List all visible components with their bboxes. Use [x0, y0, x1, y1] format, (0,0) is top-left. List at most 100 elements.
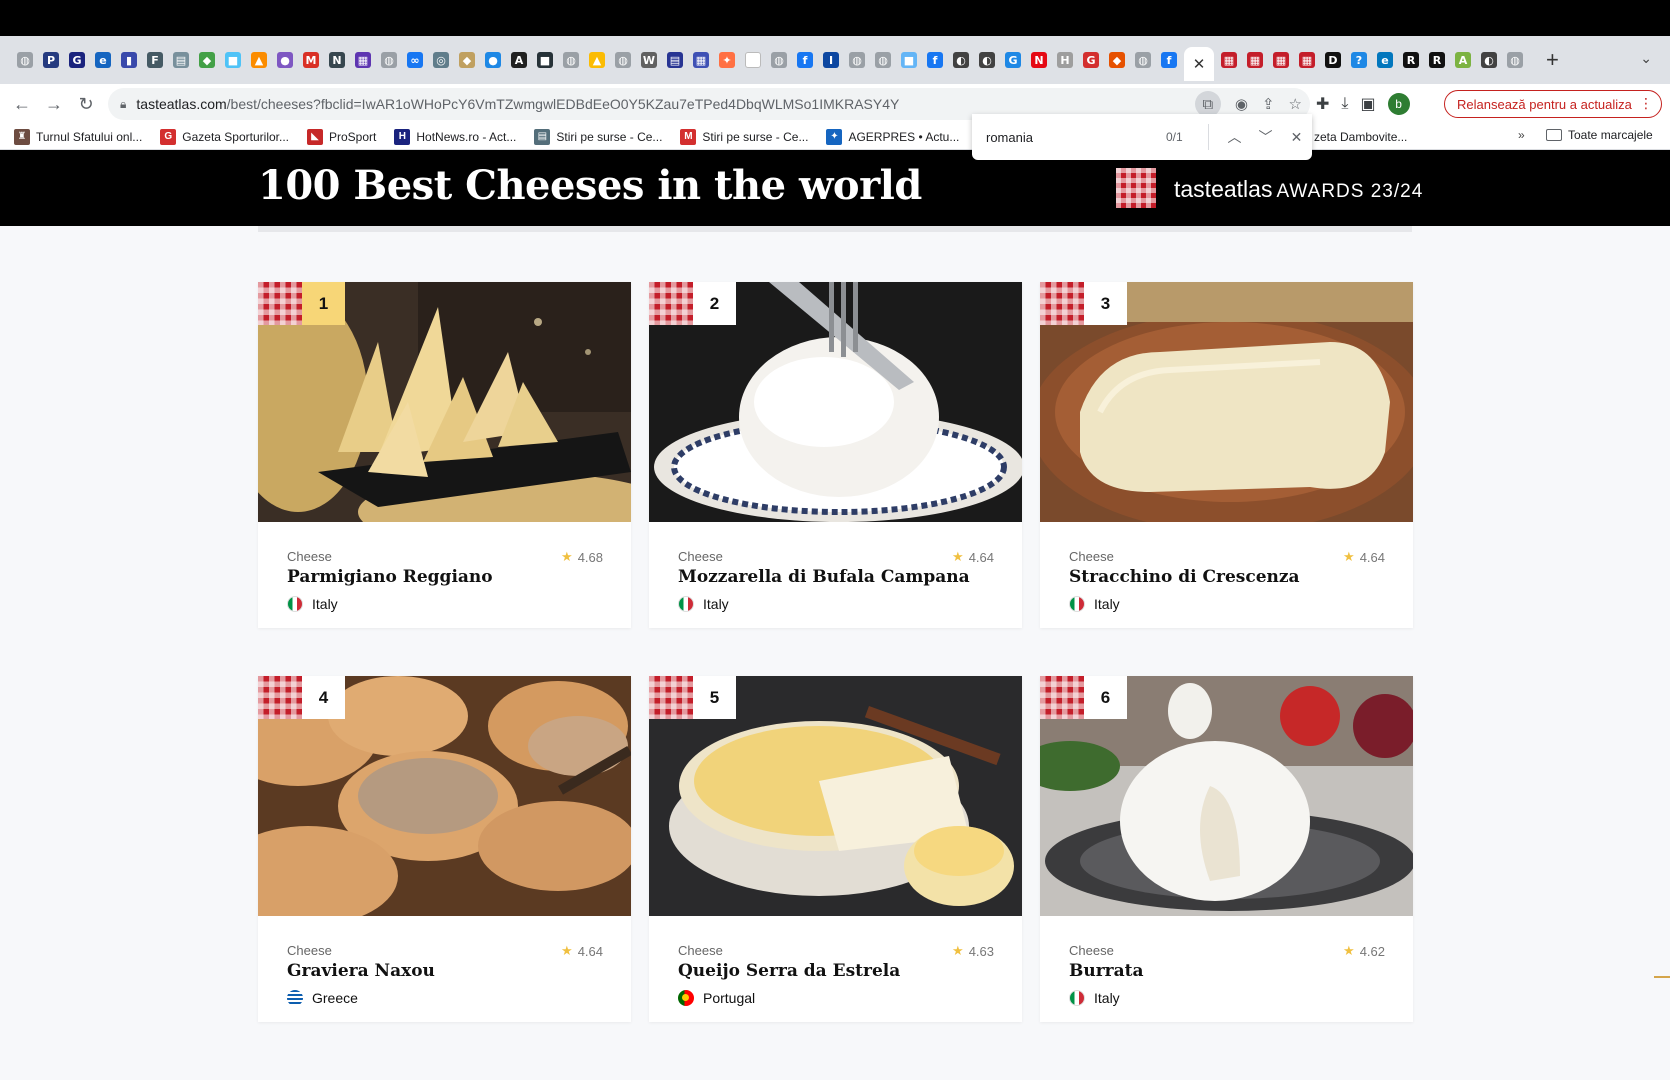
close-tab-icon[interactable]: ✕	[1193, 55, 1206, 73]
find-previous-icon[interactable]: ︿	[1219, 127, 1250, 147]
bookmark-item[interactable]: M Stiri pe surse - Ce...	[680, 128, 808, 145]
tab-doc[interactable]: ▤	[168, 47, 194, 73]
tab-help[interactable]: ?	[1346, 47, 1372, 73]
country-link[interactable]: Italy	[1069, 596, 1120, 612]
bookmark-item[interactable]: H HotNews.ro - Act...	[394, 128, 516, 145]
tab-globe[interactable]: ◍	[610, 47, 636, 73]
bookmark-item[interactable]: G Gazeta Sporturilor...	[160, 128, 289, 145]
country-link[interactable]: Italy	[678, 596, 729, 612]
tab-globe[interactable]: ◍	[766, 47, 792, 73]
tab-ie-square[interactable]: e	[1372, 47, 1398, 73]
tab-tasteatlas[interactable]: ▦	[1242, 47, 1268, 73]
all-bookmarks-folder[interactable]: Toate marcajele	[1546, 128, 1653, 142]
more-menu-icon[interactable]: ⋮	[1639, 95, 1653, 112]
cheese-card[interactable]: 1 Cheese ★ 4.68 Parmigiano Reggiano Ital…	[258, 282, 631, 628]
bookmark-item[interactable]: zeta Dambovite...	[1314, 130, 1407, 144]
cheese-name[interactable]: Queijo Serra da Estrela	[678, 961, 900, 981]
cheese-card[interactable]: 6 Cheese ★ 4.62 Burrata Italy	[1040, 676, 1413, 1022]
tab-od[interactable]: D	[1320, 47, 1346, 73]
tab-search-icon[interactable]: ⌄	[1640, 50, 1652, 67]
tab-globe[interactable]: ◍	[1130, 47, 1156, 73]
cheese-card[interactable]: 2 Cheese ★ 4.64 Mozzarella di Bufala Cam…	[649, 282, 1022, 628]
find-close-icon[interactable]: ✕	[1281, 129, 1312, 146]
bookmark-item[interactable]: ▤ Stiri pe surse - Ce...	[534, 128, 662, 145]
tab-r[interactable]: R	[1424, 47, 1450, 73]
tab-tasteatlas[interactable]: ▦	[1216, 47, 1242, 73]
bookmark-item[interactable]: ✦ AGERPRES • Actu...	[826, 128, 959, 145]
country-link[interactable]: Italy	[1069, 990, 1120, 1006]
extensions-icon[interactable]: ✚	[1316, 94, 1329, 114]
tab-pill[interactable]: ◐	[974, 47, 1000, 73]
country-link[interactable]: Italy	[287, 596, 338, 612]
bookmark-star-icon[interactable]: ☆	[1289, 95, 1302, 113]
tab-moon[interactable]: ◐	[1476, 47, 1502, 73]
tab-r[interactable]: R	[1398, 47, 1424, 73]
tab-globe[interactable]: ◍	[1502, 47, 1528, 73]
tab-netflix[interactable]: N	[1026, 47, 1052, 73]
profile-avatar[interactable]: b	[1387, 93, 1410, 115]
tab-facebook[interactable]: f	[1156, 47, 1182, 73]
tab-chart[interactable]: ▲	[246, 47, 272, 73]
tab-globe[interactable]: ◍	[870, 47, 896, 73]
tab-h[interactable]: H	[1052, 47, 1078, 73]
tab-blank[interactable]	[740, 47, 766, 73]
cheese-card[interactable]: 5 Cheese ★ 4.63 Queijo Serra da Estrela …	[649, 676, 1022, 1022]
country-link[interactable]: Portugal	[678, 990, 755, 1006]
tab-tasteatlas[interactable]: ▦	[1294, 47, 1320, 73]
relaunch-update-button[interactable]: Relansează pentru a actualiza ⋮	[1444, 90, 1662, 118]
tab-tasteatlas[interactable]: ▦	[1268, 47, 1294, 73]
tab-globe[interactable]: ◍	[376, 47, 402, 73]
tab-g-red[interactable]: G	[1078, 47, 1104, 73]
tab-chat[interactable]: ●	[272, 47, 298, 73]
bookmarks-overflow-button[interactable]: »	[1518, 128, 1525, 142]
tab-fb-page[interactable]: F	[142, 47, 168, 73]
active-tab[interactable]: ✕	[1184, 47, 1214, 81]
find-next-icon[interactable]: ﹀	[1250, 127, 1281, 147]
tab-paypal[interactable]: P	[38, 47, 64, 73]
bookmark-item[interactable]: ◣ ProSport	[307, 128, 376, 145]
tab-facebook[interactable]: f	[792, 47, 818, 73]
back-button[interactable]: ←	[6, 88, 38, 120]
cheese-name[interactable]: Graviera Naxou	[287, 961, 435, 981]
bookmark-item[interactable]: ♜ Turnul Sfatului onl...	[14, 128, 142, 145]
cheese-card[interactable]: 3 Cheese ★ 4.64 Stracchino di Crescenza …	[1040, 282, 1413, 628]
side-panel-icon[interactable]: ▣	[1360, 94, 1375, 114]
tab-grid[interactable]: ▦	[350, 47, 376, 73]
tab-calendar[interactable]: ▦	[688, 47, 714, 73]
lock-icon[interactable]: 🔒︎	[120, 97, 126, 112]
tab-facebook[interactable]: f	[922, 47, 948, 73]
tab-analytics[interactable]: ▮	[116, 47, 142, 73]
tab-g4[interactable]: G	[1000, 47, 1026, 73]
cheese-card[interactable]: 4 Cheese ★ 4.64 Graviera Naxou Greece	[258, 676, 631, 1022]
tab-book[interactable]: ▤	[662, 47, 688, 73]
cheese-name[interactable]: Stracchino di Crescenza	[1069, 567, 1300, 587]
new-tab-button[interactable]: +	[1546, 47, 1559, 73]
tab-puzzle[interactable]: ✦	[714, 47, 740, 73]
tab-ie[interactable]: e	[90, 47, 116, 73]
reload-button[interactable]: ↻	[70, 88, 102, 120]
tab-globe[interactable]: ◍	[12, 47, 38, 73]
find-input[interactable]: romania	[986, 130, 1166, 145]
download-icon[interactable]: ⤓	[1341, 95, 1348, 113]
share-icon[interactable]: ⇪	[1262, 95, 1275, 113]
forward-button[interactable]: →	[38, 88, 70, 120]
tab-world[interactable]: ◎	[428, 47, 454, 73]
tab-meta[interactable]: ∞	[402, 47, 428, 73]
cheese-name[interactable]: Parmigiano Reggiano	[287, 567, 493, 587]
tab-gl[interactable]: G	[64, 47, 90, 73]
tab-green-diamond[interactable]: ◆	[194, 47, 220, 73]
tab-pill[interactable]: ◐	[948, 47, 974, 73]
tab-news-dark[interactable]: ■	[532, 47, 558, 73]
tab-globe[interactable]: ◍	[558, 47, 584, 73]
tab-blue-square[interactable]: ■	[220, 47, 246, 73]
tab-ip[interactable]: I	[818, 47, 844, 73]
tab-gmail[interactable]: M	[298, 47, 324, 73]
country-link[interactable]: Greece	[287, 990, 358, 1006]
cheese-name[interactable]: Burrata	[1069, 961, 1144, 981]
tab-wikipedia[interactable]: W	[636, 47, 662, 73]
tab-shield[interactable]: ◆	[1104, 47, 1130, 73]
tab-globe[interactable]: ◍	[844, 47, 870, 73]
tab-news[interactable]: N	[324, 47, 350, 73]
tab-crest[interactable]: ◆	[454, 47, 480, 73]
tab-drive[interactable]: ▲	[584, 47, 610, 73]
